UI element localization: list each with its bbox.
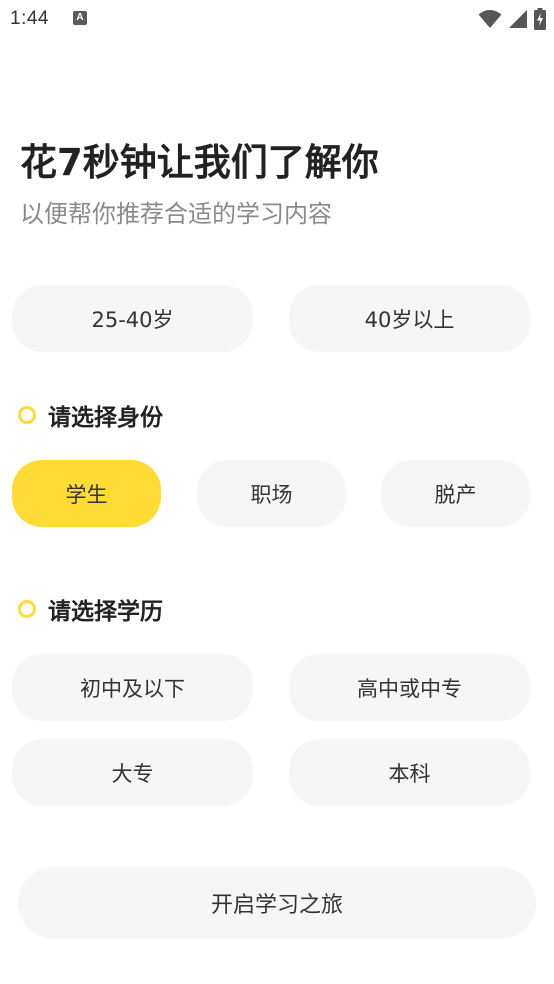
identity-option-label: 学生 xyxy=(65,482,108,507)
identity-option-student[interactable]: 学生 xyxy=(12,460,161,527)
ring-bullet-icon xyxy=(18,600,36,618)
status-bar: 1:44 A xyxy=(0,0,554,40)
education-option-label: 高中或中专 xyxy=(357,676,462,701)
education-option-college[interactable]: 大专 xyxy=(12,739,253,806)
age-option-label: 40岁以上 xyxy=(364,307,455,332)
start-learning-button[interactable]: 开启学习之旅 xyxy=(18,867,536,939)
identity-option-full-time-study[interactable]: 脱产 xyxy=(381,460,530,527)
age-option-25-40[interactable]: 25-40岁 xyxy=(12,285,253,352)
identity-section-heading: 请选择身份 xyxy=(18,398,163,432)
age-option-40-plus[interactable]: 40岁以上 xyxy=(289,285,530,352)
education-heading-label: 请选择学历 xyxy=(48,599,163,625)
page-title: 花7秒钟让我们了解你 xyxy=(20,141,379,184)
page-subtitle: 以便帮你推荐合适的学习内容 xyxy=(20,200,332,228)
education-option-junior-high[interactable]: 初中及以下 xyxy=(12,654,253,721)
age-option-label: 25-40岁 xyxy=(91,307,174,332)
education-option-label: 初中及以下 xyxy=(80,676,185,701)
education-option-label: 本科 xyxy=(388,761,431,786)
identity-option-label: 脱产 xyxy=(434,482,477,507)
wifi-icon xyxy=(478,9,502,29)
battery-charging-icon xyxy=(534,8,546,30)
identity-option-label: 职场 xyxy=(250,482,293,507)
education-option-label: 大专 xyxy=(111,761,154,786)
education-option-bachelor[interactable]: 本科 xyxy=(289,739,530,806)
status-time: 1:44 xyxy=(10,8,49,29)
education-option-high-school[interactable]: 高中或中专 xyxy=(289,654,530,721)
education-section-heading: 请选择学历 xyxy=(18,592,163,626)
cell-signal-icon xyxy=(508,9,528,29)
start-learning-label: 开启学习之旅 xyxy=(210,893,343,918)
a-icon: A xyxy=(73,11,87,25)
identity-heading-label: 请选择身份 xyxy=(48,405,163,431)
ring-bullet-icon xyxy=(18,406,36,424)
status-icons xyxy=(478,8,546,30)
identity-option-workplace[interactable]: 职场 xyxy=(197,460,346,527)
